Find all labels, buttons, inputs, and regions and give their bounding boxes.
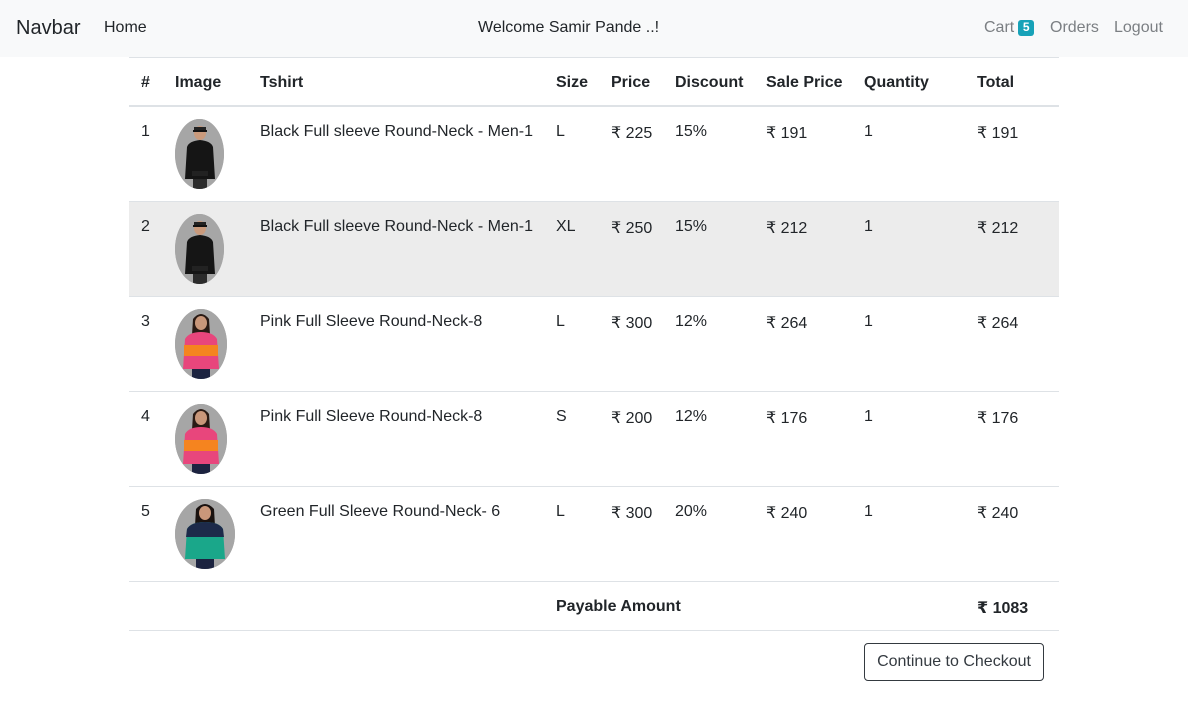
header-size: Size: [556, 74, 589, 91]
product-discount: 12%: [675, 313, 708, 330]
product-image: [175, 214, 224, 284]
payable-amount-label: Payable Amount: [556, 598, 681, 615]
product-image: [175, 404, 227, 474]
product-quantity: 1: [864, 313, 873, 330]
product-total: ₹ 176: [977, 410, 1019, 427]
table-row: 4 Pink Full Sleeve Round-Neck-8 S ₹ 200 …: [129, 392, 1059, 487]
black-tshirt-man-icon: [175, 119, 224, 189]
table-header: # Image Tshirt Size Price Discount Sale …: [129, 57, 1059, 107]
product-discount: 12%: [675, 408, 708, 425]
table-row: 2 Black Full sleeve Round-Neck - Men-1 X…: [129, 202, 1059, 297]
row-number: 3: [141, 313, 150, 330]
header-number: #: [141, 74, 150, 91]
product-discount: 20%: [675, 503, 708, 520]
header-price: Price: [611, 74, 651, 91]
product-price: ₹ 300: [611, 315, 653, 332]
product-discount: 15%: [675, 218, 708, 235]
table-row: 3 Pink Full Sleeve Round-Neck-8 L ₹ 300 …: [129, 297, 1059, 392]
product-size: XL: [556, 218, 576, 235]
product-size: L: [556, 503, 565, 520]
nav-logout-link[interactable]: Logout: [1114, 19, 1163, 37]
product-image: [175, 119, 224, 189]
header-tshirt: Tshirt: [260, 74, 304, 91]
nav-cart-link[interactable]: Cart 5: [984, 19, 1035, 37]
product-price: ₹ 225: [611, 125, 653, 142]
product-discount: 15%: [675, 123, 708, 140]
product-sale-price: ₹ 176: [766, 410, 808, 427]
product-image: [175, 309, 227, 379]
product-total: ₹ 240: [977, 505, 1019, 522]
product-price: ₹ 300: [611, 505, 653, 522]
product-total: ₹ 191: [977, 125, 1019, 142]
row-number: 2: [141, 218, 150, 235]
product-sale-price: ₹ 212: [766, 220, 808, 237]
header-image: Image: [175, 74, 222, 91]
table-footer: Payable Amount ₹ 1083: [129, 582, 1059, 631]
header-quantity: Quantity: [864, 74, 929, 91]
cart-label: Cart: [984, 19, 1015, 36]
product-name: Black Full sleeve Round-Neck - Men-1: [260, 123, 533, 140]
product-total: ₹ 212: [977, 220, 1019, 237]
pink-orange-tshirt-woman-icon: [175, 404, 227, 474]
product-total: ₹ 264: [977, 315, 1019, 332]
product-quantity: 1: [864, 503, 873, 520]
cart-table: # Image Tshirt Size Price Discount Sale …: [129, 57, 1059, 631]
welcome-message: Welcome Samir Pande ..!: [478, 19, 660, 36]
table-row: 1 Black Full sleeve Round-Neck - Men-1 L…: [129, 107, 1059, 202]
row-number: 5: [141, 503, 150, 520]
product-quantity: 1: [864, 218, 873, 235]
payable-amount-total: ₹ 1083: [977, 600, 1029, 617]
nav-orders-link[interactable]: Orders: [1050, 19, 1099, 37]
header-total: Total: [977, 74, 1015, 91]
product-quantity: 1: [864, 408, 873, 425]
header-discount: Discount: [675, 74, 744, 91]
cart-count-badge: 5: [1018, 20, 1035, 36]
product-price: ₹ 200: [611, 410, 653, 427]
top-navbar: Navbar Home Welcome Samir Pande ..! Cart…: [0, 0, 1188, 57]
row-number: 4: [141, 408, 150, 425]
row-number: 1: [141, 123, 150, 140]
product-price: ₹ 250: [611, 220, 653, 237]
product-name: Pink Full Sleeve Round-Neck-8: [260, 408, 483, 425]
product-name: Green Full Sleeve Round-Neck- 6: [260, 503, 501, 520]
table-row: 5 Green Full Sleeve Round-Neck- 6 L ₹ 30…: [129, 487, 1059, 582]
header-sale-price: Sale Price: [766, 74, 843, 91]
product-size: S: [556, 408, 567, 425]
green-navy-tshirt-woman-icon: [175, 499, 235, 569]
product-image: [175, 499, 235, 569]
product-name: Pink Full Sleeve Round-Neck-8: [260, 313, 483, 330]
black-tshirt-man-icon: [175, 214, 224, 284]
product-sale-price: ₹ 240: [766, 505, 808, 522]
nav-home-link[interactable]: Home: [104, 19, 147, 37]
continue-to-checkout-button[interactable]: Continue to Checkout: [864, 643, 1044, 681]
pink-orange-tshirt-woman-icon: [175, 309, 227, 379]
product-name: Black Full sleeve Round-Neck - Men-1: [260, 218, 533, 235]
product-sale-price: ₹ 191: [766, 125, 808, 142]
navbar-brand[interactable]: Navbar: [16, 17, 80, 40]
product-size: L: [556, 313, 565, 330]
product-size: L: [556, 123, 565, 140]
product-sale-price: ₹ 264: [766, 315, 808, 332]
product-quantity: 1: [864, 123, 873, 140]
